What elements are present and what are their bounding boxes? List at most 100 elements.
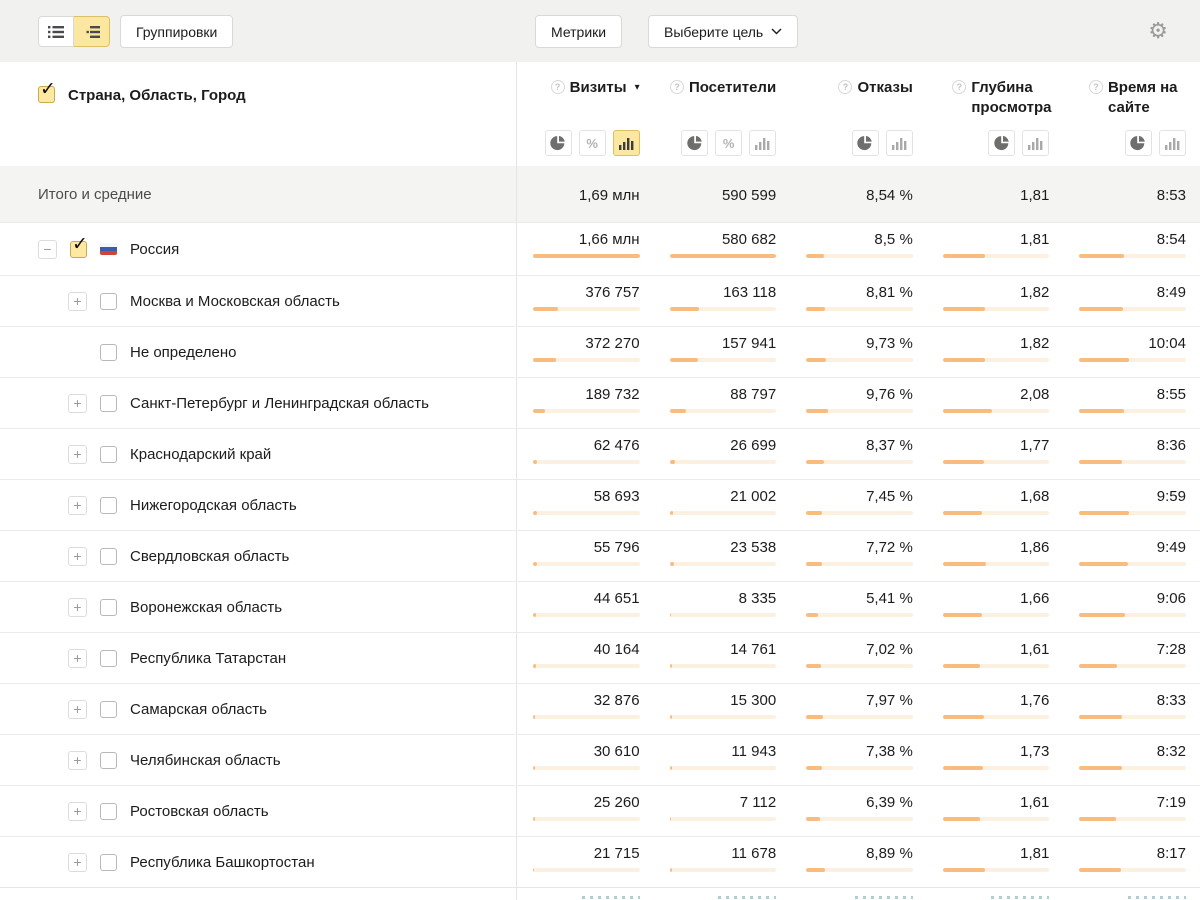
- expand-button[interactable]: +: [68, 802, 87, 821]
- metric-value: 8:54: [1079, 231, 1186, 248]
- expand-button[interactable]: +: [68, 751, 87, 770]
- clipped-value: [991, 896, 1049, 899]
- partial-row: [0, 887, 1200, 900]
- table-row: +Санкт-Петербург и Ленинградская область…: [0, 377, 1200, 428]
- metric-value: 25 260: [533, 794, 640, 811]
- help-icon[interactable]: ?: [838, 80, 852, 94]
- collapse-button[interactable]: −: [38, 240, 57, 259]
- row-checkbox[interactable]: [100, 548, 117, 565]
- expand-button[interactable]: +: [68, 496, 87, 515]
- bar-toggle-button[interactable]: [613, 130, 640, 156]
- metric-value: 1,73: [943, 743, 1050, 760]
- metric-value: 157 941: [670, 335, 777, 352]
- metric-bar: [670, 868, 777, 872]
- gear-icon[interactable]: ⚙: [1148, 20, 1168, 42]
- metric-bar: [533, 817, 640, 821]
- column-title[interactable]: ?Посетители: [670, 78, 776, 98]
- row-checkbox[interactable]: [100, 803, 117, 820]
- percent-toggle-button[interactable]: %: [715, 130, 742, 156]
- row-label-cell: +Воронежская область: [0, 582, 517, 632]
- groupings-button[interactable]: Группировки: [120, 15, 233, 48]
- expand-button[interactable]: +: [68, 394, 87, 413]
- metric-value: 62 476: [533, 437, 640, 454]
- row-checkbox[interactable]: [100, 650, 117, 667]
- metric-bar: [806, 715, 913, 719]
- metric-bar: [1079, 715, 1186, 719]
- column-title[interactable]: ?Визиты▾: [551, 78, 640, 98]
- goal-select-button[interactable]: Выберите цель: [648, 15, 798, 48]
- expand-button[interactable]: +: [68, 445, 87, 464]
- expand-button[interactable]: +: [68, 598, 87, 617]
- metric-value: 8,37 %: [806, 437, 913, 454]
- row-checkbox[interactable]: [100, 599, 117, 616]
- bar-toggle-button[interactable]: [886, 130, 913, 156]
- help-icon[interactable]: ?: [551, 80, 565, 94]
- russia-flag-icon: [100, 243, 117, 255]
- bar-toggle-button[interactable]: [1022, 130, 1049, 156]
- metric-cell: [654, 888, 791, 900]
- help-icon[interactable]: ?: [952, 80, 966, 94]
- row-checkbox[interactable]: [100, 446, 117, 463]
- row-label: Ростовская область: [130, 803, 269, 820]
- percent-toggle-button[interactable]: %: [579, 130, 606, 156]
- row-checkbox[interactable]: [100, 854, 117, 871]
- metric-value: 376 757: [533, 284, 640, 301]
- metrics-button[interactable]: Метрики: [535, 15, 622, 48]
- bar-chart-icon: [1028, 137, 1043, 150]
- metric-cell: 9,73 %: [790, 327, 927, 377]
- bar-toggle-button[interactable]: [749, 130, 776, 156]
- row-checkbox[interactable]: [100, 344, 117, 361]
- metric-cell: 1,82: [927, 327, 1064, 377]
- row-checkbox[interactable]: [100, 497, 117, 514]
- column-title[interactable]: ?Глубина просмотра: [952, 78, 1049, 119]
- metric-value: 15 300: [670, 692, 777, 709]
- totals-label-cell: Итого и средние: [0, 166, 517, 222]
- pie-toggle-button[interactable]: [852, 130, 879, 156]
- pie-toggle-button[interactable]: [988, 130, 1015, 156]
- metric-value: 1,76: [943, 692, 1050, 709]
- metric-value: 11 943: [670, 743, 777, 760]
- row-checkbox[interactable]: [100, 293, 117, 310]
- list-view-button[interactable]: [38, 16, 74, 47]
- row-checkbox[interactable]: [100, 701, 117, 718]
- bar-toggle-button[interactable]: [1159, 130, 1186, 156]
- metric-cell: 8:33: [1063, 684, 1200, 734]
- pie-toggle-button[interactable]: [545, 130, 572, 156]
- metric-bar: [1079, 562, 1186, 566]
- column-title[interactable]: ? Время на сайте: [1089, 78, 1186, 119]
- row-checkbox[interactable]: [70, 241, 87, 258]
- metric-value: 40 164: [533, 641, 640, 658]
- column-title[interactable]: ?Отказы: [838, 78, 912, 98]
- metric-bar: [1079, 358, 1186, 362]
- metric-value: 8,81 %: [806, 284, 913, 301]
- pie-toggle-button[interactable]: [681, 130, 708, 156]
- metric-cell: 26 699: [654, 429, 791, 479]
- expand-button[interactable]: +: [68, 700, 87, 719]
- metric-bar: [533, 307, 640, 311]
- tree-view-button[interactable]: [74, 16, 110, 47]
- sort-desc-icon[interactable]: ▾: [635, 81, 640, 95]
- column-label: Время на сайте: [1108, 78, 1186, 119]
- row-checkbox[interactable]: [100, 752, 117, 769]
- row-checkbox[interactable]: [100, 395, 117, 412]
- table-body: −Россия1,66 млн580 6828,5 %1,818:54+Моск…: [0, 222, 1200, 900]
- metric-bar: [533, 562, 640, 566]
- expand-button[interactable]: +: [68, 547, 87, 566]
- row-label: Республика Татарстан: [130, 650, 286, 667]
- expand-button[interactable]: +: [68, 853, 87, 872]
- metric-cell: 7:19: [1063, 786, 1200, 836]
- metric-bar: [806, 409, 913, 413]
- help-icon[interactable]: ?: [670, 80, 684, 94]
- goal-select-label: Выберите цель: [664, 24, 763, 40]
- table-row: +Воронежская область44 6518 3355,41 %1,6…: [0, 581, 1200, 632]
- pie-toggle-button[interactable]: [1125, 130, 1152, 156]
- metric-value: 8:33: [1079, 692, 1186, 709]
- dimension-checkbox[interactable]: [38, 86, 55, 103]
- metric-cell: 1,86: [927, 531, 1064, 581]
- expand-button[interactable]: +: [68, 649, 87, 668]
- expand-button[interactable]: +: [68, 292, 87, 311]
- metric-value: 1,82: [943, 335, 1050, 352]
- help-icon[interactable]: ?: [1089, 80, 1103, 94]
- metric-bar: [806, 562, 913, 566]
- metric-bar: [943, 254, 1050, 258]
